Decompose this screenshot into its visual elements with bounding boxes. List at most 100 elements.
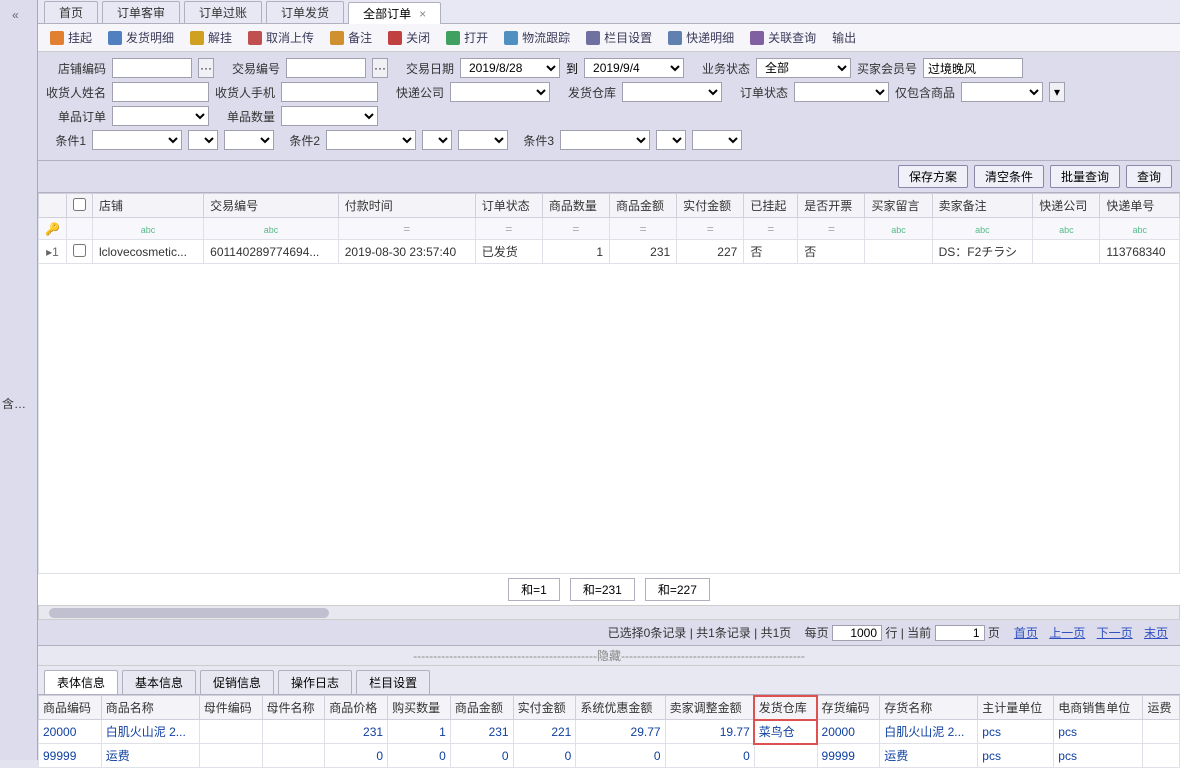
- detail-row[interactable]: 20000 白肌火山泥 2... 231 1 231 221 29.77 19.…: [39, 720, 1180, 744]
- dtab-promo[interactable]: 促销信息: [200, 670, 274, 694]
- row-checkbox[interactable]: [73, 244, 86, 257]
- note-button[interactable]: 备注: [324, 27, 378, 48]
- tabstrip: 首页 订单客审 订单过账 订单发货 全部订单 ×: [38, 0, 1180, 24]
- rel-icon: [750, 31, 764, 45]
- shop-code-picker[interactable]: ···: [198, 58, 214, 78]
- main-area: 首页 订单客审 订单过账 订单发货 全部订单 × 挂起 发货明细 解挂 取消上传…: [38, 0, 1180, 760]
- last-page-link[interactable]: 末页: [1144, 626, 1168, 640]
- ship-detail-button[interactable]: 发货明细: [102, 27, 180, 48]
- cond3-label: 条件3: [514, 132, 554, 149]
- hang-button[interactable]: 挂起: [44, 27, 98, 48]
- only-goods-label: 仅包含商品: [895, 84, 955, 101]
- recv-name-input[interactable]: [112, 82, 209, 102]
- cond2-op[interactable]: =: [422, 130, 452, 150]
- tab-post[interactable]: 订单过账: [184, 1, 262, 23]
- track-icon: [504, 31, 518, 45]
- date-to-select[interactable]: 2019/9/4: [584, 58, 684, 78]
- collapse-chevron-icon[interactable]: «: [12, 8, 19, 22]
- ship-icon: [108, 31, 122, 45]
- sum-qty: 和=1: [508, 578, 560, 601]
- recv-phone-input[interactable]: [281, 82, 378, 102]
- express-detail-button[interactable]: 快递明细: [662, 27, 740, 48]
- sum-amount: 和=231: [570, 578, 635, 601]
- cond1-op[interactable]: =: [188, 130, 218, 150]
- current-page-input[interactable]: [935, 625, 985, 641]
- scrollbar-thumb[interactable]: [49, 608, 329, 618]
- cond3-field[interactable]: [560, 130, 650, 150]
- buyer-id-input[interactable]: [923, 58, 1023, 78]
- cancel-upload-button[interactable]: 取消上传: [242, 27, 320, 48]
- cond3-val[interactable]: [692, 130, 742, 150]
- horizontal-scrollbar[interactable]: [38, 606, 1180, 620]
- action-row: 保存方案 清空条件 批量查询 查询: [38, 161, 1180, 193]
- only-goods-select[interactable]: [961, 82, 1043, 102]
- batch-query-button[interactable]: 批量查询: [1050, 165, 1120, 188]
- column-set-button[interactable]: 栏目设置: [580, 27, 658, 48]
- clear-cond-button[interactable]: 清空条件: [974, 165, 1044, 188]
- tab-allorders[interactable]: 全部订单 ×: [348, 2, 441, 24]
- dtab-basic[interactable]: 基本信息: [122, 670, 196, 694]
- cond2-label: 条件2: [280, 132, 320, 149]
- express-co-label: 快递公司: [384, 84, 444, 101]
- ship-wh-label: 发货仓库: [556, 84, 616, 101]
- related-query-button[interactable]: 关联查询: [744, 27, 822, 48]
- open-icon: [446, 31, 460, 45]
- only-goods-picker[interactable]: ▾: [1049, 82, 1065, 102]
- biz-status-select[interactable]: 全部: [756, 58, 851, 78]
- status-bar: 已选择0条记录 | 共1条记录 | 共1页 每页 行 | 当前 页 首页 上一页…: [38, 620, 1180, 646]
- col-icon: [586, 31, 600, 45]
- ship-wh-select[interactable]: [622, 82, 722, 102]
- close-button[interactable]: 关闭: [382, 27, 436, 48]
- dtab-body[interactable]: 表体信息: [44, 670, 118, 694]
- trade-no-picker[interactable]: ···: [372, 58, 388, 78]
- cond1-label: 条件1: [46, 132, 86, 149]
- page-count: 共1页: [761, 626, 792, 640]
- close-icon[interactable]: ×: [419, 7, 426, 21]
- trade-no-label: 交易编号: [220, 60, 280, 77]
- key-icon: 🔑: [39, 218, 67, 240]
- close2-icon: [388, 31, 402, 45]
- hide-bar[interactable]: ----------------------------------------…: [38, 646, 1180, 666]
- tab-ship[interactable]: 订单发货: [266, 1, 344, 23]
- open-button[interactable]: 打开: [440, 27, 494, 48]
- select-all-checkbox[interactable]: [73, 198, 86, 211]
- cond3-op[interactable]: =: [656, 130, 686, 150]
- prev-page-link[interactable]: 上一页: [1049, 626, 1085, 640]
- per-page-input[interactable]: [832, 625, 882, 641]
- export-button[interactable]: 输出: [826, 27, 862, 48]
- grid-filter-row: 🔑 abc abc = = = = = = = abc abc abc abc: [39, 218, 1180, 240]
- shop-code-label: 店铺编码: [46, 60, 106, 77]
- row-marker: ▸1: [39, 240, 67, 264]
- track-button[interactable]: 物流跟踪: [498, 27, 576, 48]
- cond2-field[interactable]: [326, 130, 416, 150]
- single-qty-label: 单品数量: [215, 108, 275, 125]
- table-row[interactable]: ▸1 lclovecosmetic... 601140289774694... …: [39, 240, 1180, 264]
- tab-home[interactable]: 首页: [44, 1, 98, 23]
- dtab-log[interactable]: 操作日志: [278, 670, 352, 694]
- cond1-val[interactable]: [224, 130, 274, 150]
- date-from-select[interactable]: 2019/8/28: [460, 58, 560, 78]
- left-gutter: « 含…: [0, 0, 38, 760]
- order-status-label: 订单状态: [728, 84, 788, 101]
- single-order-select[interactable]: [112, 106, 209, 126]
- first-page-link[interactable]: 首页: [1014, 626, 1038, 640]
- next-page-link[interactable]: 下一页: [1097, 626, 1133, 640]
- express-co-select[interactable]: [450, 82, 550, 102]
- save-scheme-button[interactable]: 保存方案: [898, 165, 968, 188]
- single-qty-select[interactable]: [281, 106, 378, 126]
- biz-status-label: 业务状态: [690, 60, 750, 77]
- tab-audit[interactable]: 订单客审: [102, 1, 180, 23]
- order-grid: 店铺 交易编号 付款时间 订单状态 商品数量 商品金额 实付金额 已挂起 是否开…: [38, 193, 1180, 264]
- unhang-button[interactable]: 解挂: [184, 27, 238, 48]
- cond1-field[interactable]: [92, 130, 182, 150]
- recv-phone-label: 收货人手机: [215, 84, 275, 101]
- single-order-label: 单品订单: [46, 108, 106, 125]
- shop-code-input[interactable]: [112, 58, 192, 78]
- trade-no-input[interactable]: [286, 58, 366, 78]
- dtab-cols[interactable]: 栏目设置: [356, 670, 430, 694]
- detail-row[interactable]: 99999 运费 0 0 0 0 0 0 99999 运费 pcs pcs: [39, 744, 1180, 768]
- detail-grid: 商品编码 商品名称 母件编码 母件名称 商品价格 购买数量 商品金额 实付金额 …: [38, 695, 1180, 768]
- order-status-select[interactable]: [794, 82, 889, 102]
- query-button[interactable]: 查询: [1126, 165, 1172, 188]
- cond2-val[interactable]: [458, 130, 508, 150]
